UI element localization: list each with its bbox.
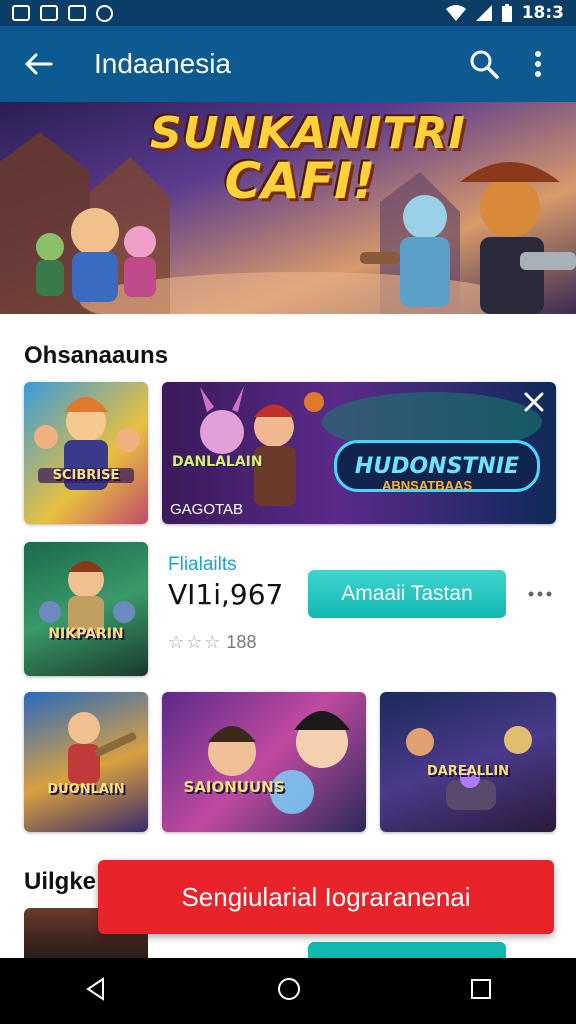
hero-title-line1: SUNKANITRI: [150, 108, 466, 159]
close-featured-button[interactable]: [520, 388, 548, 416]
featured-subtitle: ABNSATBAAS: [382, 478, 473, 493]
game-tile[interactable]: SCIBRISE: [24, 382, 148, 524]
install-button[interactable]: Amaaii Tastan: [308, 570, 506, 618]
app-row-tile[interactable]: NIKPARIN: [24, 542, 148, 676]
grid-tile-label: DAREALLIN: [426, 764, 510, 779]
grid-tile-label: SAIONUUNS: [183, 778, 285, 796]
game-tile-art: [34, 397, 140, 490]
system-nav-bar: [0, 958, 576, 1024]
battery-icon: [501, 4, 512, 22]
image-notification-icon: [40, 5, 58, 21]
back-button[interactable]: [16, 42, 60, 86]
star-icon: ☆: [204, 632, 221, 652]
nav-home-button[interactable]: [276, 976, 302, 1007]
status-bar: 18:3: [0, 0, 576, 26]
signal-icon: [475, 5, 492, 21]
app-price: VI1i,967: [168, 578, 284, 611]
search-icon: [470, 50, 499, 79]
circle-home-icon: [277, 977, 300, 1000]
grid-tile-label: DUONLAIN: [47, 782, 125, 797]
grid-game-tile[interactable]: DAREALLIN: [380, 692, 556, 832]
hero-title-art: SUNKANITRI CAFI!: [150, 108, 466, 210]
game-tile-label: SCIBRISE: [38, 468, 134, 483]
section-title-2: Uilgke: [24, 868, 97, 895]
more-horizontal-icon: [528, 591, 552, 597]
section-title: Ohsanaauns: [24, 342, 169, 369]
featured-game-card[interactable]: DANLALAIN HUDONSTNIE ABNSATBAAS GAGOTAB: [162, 382, 556, 524]
grid-game-tile[interactable]: DUONLAIN: [24, 692, 148, 832]
more-vertical-icon: [535, 51, 541, 77]
star-icon: ☆: [186, 632, 203, 652]
close-icon: [524, 392, 544, 412]
triangle-back-icon: [86, 976, 105, 1001]
clock: 18:3: [521, 3, 564, 23]
app-bar: Indaanesia: [0, 26, 576, 102]
app-name[interactable]: Flialailts: [168, 554, 237, 576]
overflow-menu-button[interactable]: [516, 42, 560, 86]
app-row-tile-label: NIKPARIN: [48, 626, 124, 642]
featured-left-title: DANLALAIN: [172, 454, 263, 470]
grid-tile-art: [68, 712, 137, 784]
app-notification-icon: [96, 4, 113, 22]
grid-game-tile[interactable]: SAIONUUNS: [162, 692, 366, 832]
wifi-icon: [445, 5, 466, 21]
star-icon: ☆: [168, 632, 185, 652]
photo-notification-icon: [68, 5, 86, 21]
hero-title-line2: CAFI!: [224, 152, 376, 210]
promo-snackbar[interactable]: Sengiularial Iograranenai: [98, 860, 554, 934]
featured-caption: GAGOTAB: [170, 501, 244, 518]
page-title: Indaanesia: [94, 48, 232, 79]
nav-recents-button[interactable]: [469, 977, 493, 1006]
rating-count: 188: [226, 632, 257, 652]
grid-tile-art: [406, 726, 532, 810]
search-button[interactable]: [462, 42, 506, 86]
arrow-left-icon: [25, 53, 53, 75]
hero-banner[interactable]: SUNKANITRI CAFI!: [0, 102, 576, 314]
app-rating: ☆ ☆ ☆ 188: [168, 632, 256, 653]
square-recents-icon: [470, 978, 491, 999]
install-button-peek[interactable]: [308, 942, 506, 958]
more-options-button[interactable]: [526, 584, 556, 604]
gallery-notification-icon: [12, 5, 30, 21]
app-row-tile-art: [39, 561, 135, 636]
grid-tile-art: [208, 711, 350, 814]
nav-back-button[interactable]: [83, 976, 109, 1007]
